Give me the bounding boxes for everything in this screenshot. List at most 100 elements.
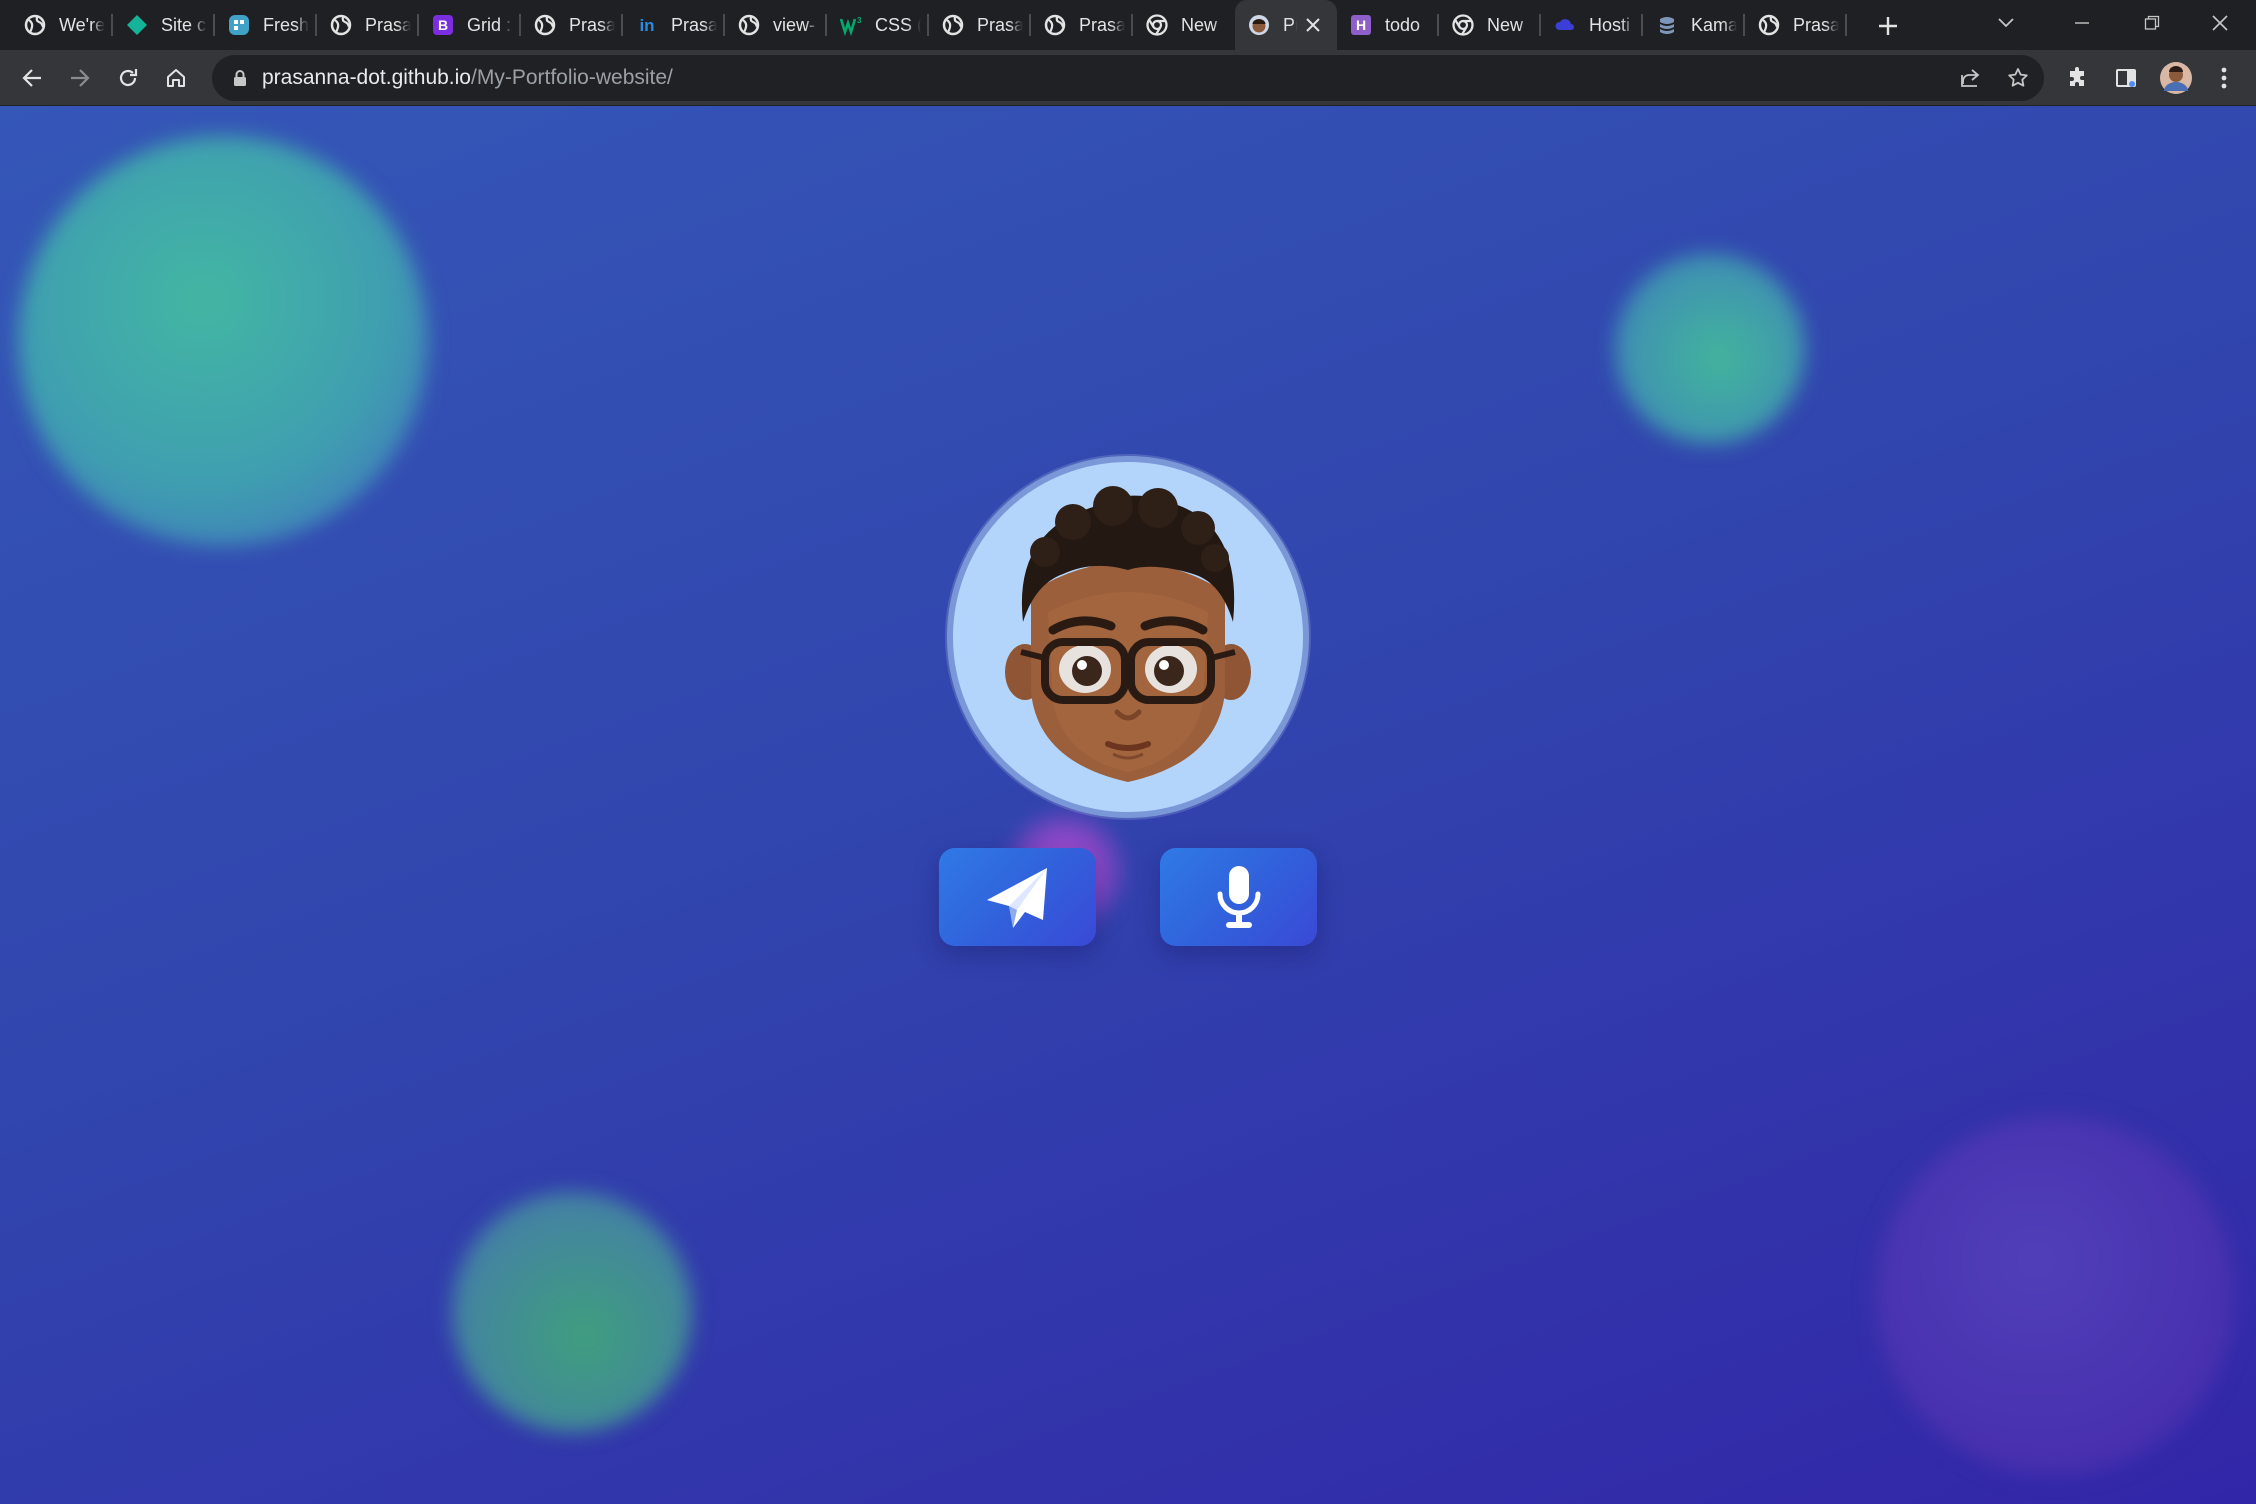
lock-icon[interactable] — [230, 68, 250, 88]
star-icon — [2008, 68, 2028, 87]
plus-icon — [1879, 17, 1897, 35]
menu-button[interactable] — [2204, 58, 2244, 98]
diamond-icon — [125, 13, 149, 37]
kebab-menu-icon — [2221, 67, 2227, 89]
extensions-button[interactable] — [2058, 58, 2098, 98]
close-icon — [2212, 15, 2228, 31]
globe-icon — [23, 13, 47, 37]
tab-title: CSS ( — [875, 14, 921, 35]
globe-icon — [329, 13, 353, 37]
home-button[interactable] — [156, 58, 196, 98]
tab[interactable]: Prasa — [521, 0, 623, 50]
home-icon — [167, 69, 185, 87]
tab-title: New — [1487, 14, 1524, 35]
hashnode-h-icon: H — [1349, 13, 1373, 37]
side-panel-button[interactable] — [2106, 58, 2146, 98]
tab[interactable]: in Prasa — [623, 0, 725, 50]
send-message-button[interactable] — [939, 848, 1096, 946]
globe-icon — [1043, 13, 1067, 37]
decorative-bubble — [452, 1192, 692, 1432]
tab[interactable]: New — [1133, 0, 1235, 50]
decorative-bubble — [1615, 254, 1805, 444]
chrome-icon — [1451, 13, 1475, 37]
tab[interactable]: Fresh — [215, 0, 317, 50]
back-button[interactable] — [12, 58, 52, 98]
globe-icon — [533, 13, 557, 37]
side-panel-icon — [2116, 69, 2136, 87]
tab-active[interactable]: Pr — [1235, 0, 1337, 50]
close-icon — [1306, 18, 1320, 32]
url-path: /My-Portfolio-website/ — [471, 66, 673, 89]
reload-button[interactable] — [108, 58, 148, 98]
tab[interactable]: Htodo — [1337, 0, 1439, 50]
url-domain: prasanna-dot.github.io — [262, 66, 471, 89]
tab-title: We're — [59, 14, 105, 35]
decorative-bubble — [18, 136, 428, 546]
minimize-button[interactable] — [2050, 0, 2114, 46]
chevron-down-icon — [1998, 18, 2014, 28]
svg-text:3: 3 — [857, 16, 862, 25]
puzzle-icon — [2070, 67, 2084, 86]
tab-title: New — [1181, 14, 1218, 35]
tab-title: Hosti — [1589, 14, 1631, 35]
cloud-icon — [1553, 13, 1577, 37]
svg-text:in: in — [639, 16, 654, 35]
browser-toolbar: prasanna-dot.github.io/My-Portfolio-webs… — [0, 50, 2256, 106]
tab[interactable]: Prasa — [1745, 0, 1847, 50]
restore-button[interactable] — [2120, 0, 2184, 46]
tab[interactable]: We're — [11, 0, 113, 50]
stack-icon — [1655, 13, 1679, 37]
arrow-left-icon — [22, 69, 41, 87]
restore-icon — [2144, 15, 2160, 30]
tab-title: Prasa — [1793, 14, 1839, 35]
reload-icon — [119, 69, 138, 87]
tab-search-button[interactable] — [1982, 0, 2030, 46]
paper-plane-icon — [986, 868, 1047, 928]
forward-button[interactable] — [60, 58, 100, 98]
tab-title: Prasa — [365, 14, 411, 35]
tab[interactable]: New — [1439, 0, 1541, 50]
tab[interactable]: 3 CSS ( — [827, 0, 929, 50]
chrome-icon — [1145, 13, 1169, 37]
freshworks-icon — [227, 13, 251, 37]
close-window-button[interactable] — [2188, 0, 2252, 46]
tab[interactable]: Site c — [113, 0, 215, 50]
tab-title: Prasa — [1079, 14, 1125, 35]
tab[interactable]: B Grid : — [419, 0, 521, 50]
tab[interactable]: Prasa — [929, 0, 1031, 50]
tab[interactable]: Kama — [1643, 0, 1745, 50]
profile-avatar-icon — [2160, 62, 2192, 94]
profile-button[interactable] — [2156, 58, 2196, 98]
share-button[interactable] — [1950, 58, 1990, 98]
tab-title: todo — [1385, 14, 1421, 35]
tab[interactable]: Hosti — [1541, 0, 1643, 50]
minimize-icon — [2075, 22, 2089, 24]
new-tab-button[interactable] — [1872, 10, 1904, 42]
svg-text:B: B — [438, 17, 448, 33]
tab-title: Grid : — [467, 14, 512, 35]
tab-title: view- — [773, 14, 816, 35]
avatar-favicon-icon — [1247, 13, 1271, 37]
tab[interactable]: Prasa — [1031, 0, 1133, 50]
tab-title: Pr — [1283, 14, 1297, 35]
bootstrap-icon: B — [431, 13, 455, 37]
decorative-bubble — [1875, 1116, 2235, 1476]
tab-title: Fresh — [263, 14, 309, 35]
profile-avatar — [947, 456, 1309, 818]
url-text[interactable]: prasanna-dot.github.io/My-Portfolio-webs… — [262, 55, 673, 101]
bookmark-button[interactable] — [1998, 58, 2038, 98]
memoji-face-image — [1005, 486, 1251, 782]
tab[interactable]: view- — [725, 0, 827, 50]
globe-icon — [737, 13, 761, 37]
tab-list: We're Site c Fresh Prasa B Grid : Prasa in Prasa… — [11, 0, 1847, 50]
voice-button[interactable] — [1160, 848, 1317, 946]
page-viewport — [0, 106, 2256, 1504]
share-icon — [1961, 69, 1980, 87]
tab-title: Prasa — [977, 14, 1023, 35]
svg-text:H: H — [1356, 17, 1366, 33]
globe-icon — [1757, 13, 1781, 37]
tab-title: Prasa — [569, 14, 615, 35]
address-bar[interactable]: prasanna-dot.github.io/My-Portfolio-webs… — [212, 55, 2044, 101]
tab[interactable]: Prasa — [317, 0, 419, 50]
close-tab-button[interactable] — [1301, 13, 1325, 37]
